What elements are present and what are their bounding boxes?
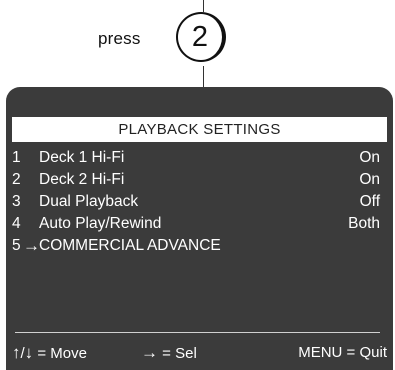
menu-item-number: 5 <box>12 237 21 254</box>
menu-item-label: COMMERCIAL ADVANCE <box>39 237 221 254</box>
menu-item-label: Deck 1 Hi-Fi <box>39 149 125 166</box>
move-hint-text: = Move <box>37 345 87 362</box>
menu-item-number: 3 <box>12 193 21 210</box>
menu-item-number: 1 <box>12 149 21 166</box>
menu-item-number: 2 <box>12 171 21 188</box>
menu-footer: ↑/↓ = Move → = Sel MENU = Quit <box>12 342 387 364</box>
menu-item-label: Auto Play/Rewind <box>39 215 162 232</box>
menu-item-label: Deck 2 Hi-Fi <box>39 171 125 188</box>
menu-item-value: On <box>359 149 380 166</box>
menu-item-deck2-hifi[interactable]: 2 Deck 2 Hi-Fi On <box>12 169 380 191</box>
remote-button-2[interactable]: 2 <box>176 12 226 62</box>
menu-item-auto-play-rewind[interactable]: 4 Auto Play/Rewind Both <box>12 213 380 235</box>
select-hint: → = Sel <box>141 342 197 365</box>
right-arrow-icon: → <box>23 236 40 255</box>
select-hint-text: = Sel <box>162 345 197 362</box>
menu-quit-hint: MENU = Quit <box>298 344 387 361</box>
menu-item-label: Dual Playback <box>39 193 139 210</box>
up-arrow-icon: ↑ <box>12 343 21 362</box>
menu-list: 1 Deck 1 Hi-Fi On 2 Deck 2 Hi-Fi On 3 Du… <box>12 147 380 257</box>
menu-title-bar: PLAYBACK SETTINGS <box>12 117 387 142</box>
tv-screen: PLAYBACK SETTINGS 1 Deck 1 Hi-Fi On 2 De… <box>6 87 393 370</box>
footer-divider <box>15 332 380 333</box>
move-hint: ↑/↓ = Move <box>12 342 87 365</box>
menu-item-deck1-hifi[interactable]: 1 Deck 1 Hi-Fi On <box>12 147 380 169</box>
menu-title: PLAYBACK SETTINGS <box>118 121 281 138</box>
menu-item-commercial-advance[interactable]: 5 → COMMERCIAL ADVANCE <box>12 235 380 257</box>
menu-item-value: Off <box>359 193 380 210</box>
menu-item-value: Both <box>348 215 380 232</box>
menu-item-dual-playback[interactable]: 3 Dual Playback Off <box>12 191 380 213</box>
remote-button-label: 2 <box>191 20 209 53</box>
menu-item-number: 4 <box>12 215 21 232</box>
menu-item-value: On <box>359 171 380 188</box>
callout-line-top <box>203 0 204 12</box>
press-label: press <box>98 29 141 48</box>
callout-line-bottom <box>203 66 204 88</box>
down-arrow-icon: ↓ <box>24 343 34 362</box>
right-arrow-icon: → <box>141 343 158 362</box>
